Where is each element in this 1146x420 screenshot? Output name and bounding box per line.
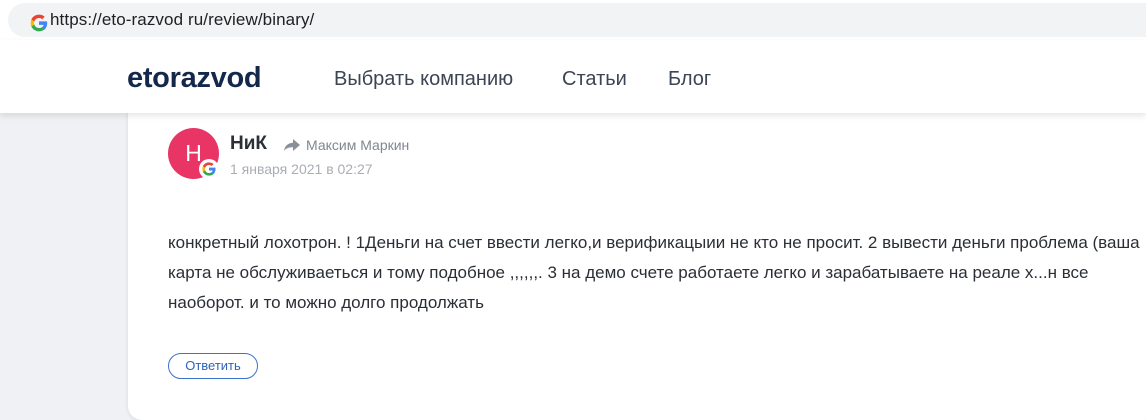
reply-to-user[interactable]: Максим Маркин: [306, 137, 409, 154]
google-g-icon: [30, 14, 48, 32]
comment-author[interactable]: НиК: [230, 133, 267, 155]
comment-date: 1 января 2021 в 02:27: [230, 161, 373, 177]
comment-text: конкретный лохотрон. ! 1Деньги на счет в…: [168, 233, 1140, 312]
site-header: etorazvod Выбрать компанию Статьи Блог: [0, 40, 1146, 113]
nav-articles[interactable]: Статьи: [562, 67, 627, 91]
url-text[interactable]: https://eto-razvod ru/review/binary/: [50, 10, 314, 30]
reply-arrow-icon: [284, 139, 300, 151]
google-g-icon: [202, 162, 216, 176]
reply-button[interactable]: Ответить: [168, 353, 258, 379]
nav-blog[interactable]: Блог: [668, 67, 711, 91]
site-logo[interactable]: etorazvod: [127, 61, 262, 95]
comment-card: Н НиК Максим Маркин 1 января 2021 в 02:2…: [128, 100, 1146, 420]
browser-address-bar: https://eto-razvod ru/review/binary/: [0, 0, 1146, 40]
avatar-google-badge: [199, 159, 219, 179]
nav-choose-company[interactable]: Выбрать компанию: [334, 67, 513, 91]
